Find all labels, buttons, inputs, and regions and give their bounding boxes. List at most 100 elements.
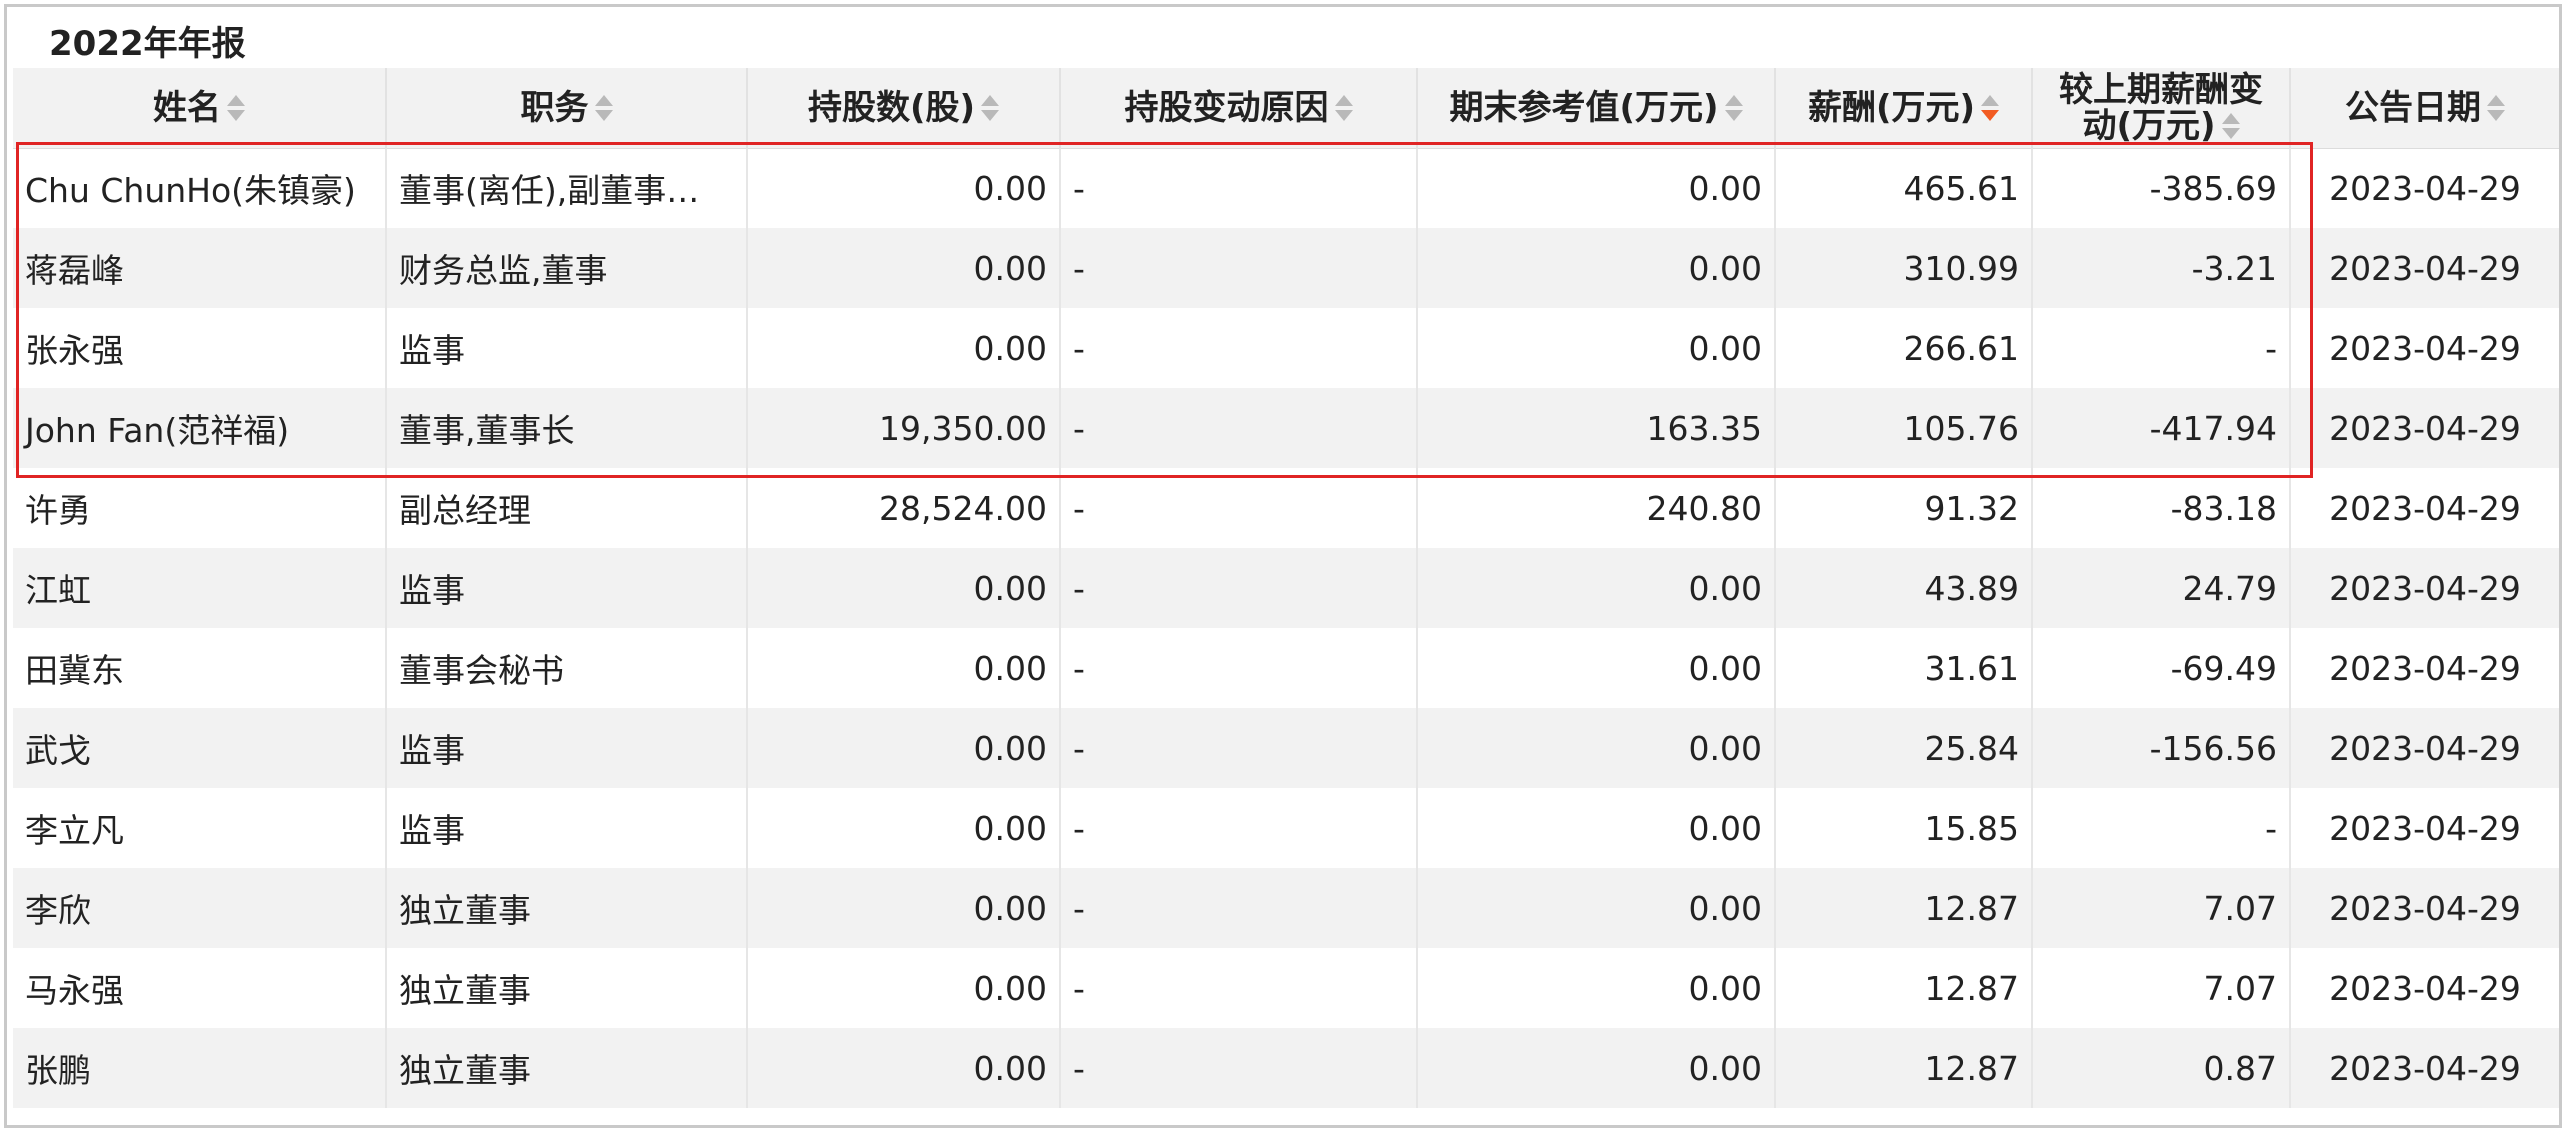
cell-name: 张永强 xyxy=(13,308,387,388)
cell-reference-value: 0.00 xyxy=(1417,708,1776,788)
sort-icon[interactable] xyxy=(1724,94,1743,124)
column-header-change-reason[interactable]: 持股变动原因 xyxy=(1060,68,1418,149)
table-row[interactable]: 李立凡 监事 0.00-0.00 15.85-2023-04-29 xyxy=(13,788,2559,868)
cell-position: 独立董事 xyxy=(386,948,748,1028)
table-row[interactable]: 马永强 独立董事 0.00-0.00 12.87 7.07 2023-04-29 xyxy=(13,948,2559,1028)
sort-icon[interactable] xyxy=(227,94,245,124)
cell-salary: 105.76 xyxy=(1775,388,2033,468)
cell-name: 马永强 xyxy=(13,948,387,1028)
cell-salary-change: -156.56 xyxy=(2032,708,2291,788)
sort-icon[interactable] xyxy=(1334,94,1353,124)
table-row[interactable]: 许勇 副总经理 28,524.00-240.80 91.32 -83.18 2023-04… xyxy=(13,468,2559,548)
cell-announcement-date: 2023-04-29 xyxy=(2290,1028,2559,1108)
cell-reference-value: 0.00 xyxy=(1417,868,1776,948)
column-header-reference-value[interactable]: 期末参考值(万元) xyxy=(1417,68,1776,149)
cell-reference-value: 0.00 xyxy=(1417,948,1776,1028)
cell-change-reason: - xyxy=(1060,948,1418,1028)
cell-salary: 12.87 xyxy=(1775,1028,2033,1108)
cell-salary: 91.32 xyxy=(1775,468,2033,548)
cell-announcement-date: 2023-04-29 xyxy=(2290,788,2559,868)
cell-position: 监事 xyxy=(386,308,748,388)
cell-salary-change: - xyxy=(2032,308,2291,388)
cell-shares: 0.00 xyxy=(747,628,1061,708)
table-row[interactable]: 武戈 监事 0.00-0.00 25.84 -156.56 2023-04-29 xyxy=(13,708,2559,788)
cell-announcement-date: 2023-04-29 xyxy=(2290,388,2559,468)
cell-salary: 465.61 xyxy=(1775,148,2033,228)
column-header-position[interactable]: 职务 xyxy=(386,68,748,149)
column-label: 姓名 xyxy=(153,87,221,128)
cell-name: 武戈 xyxy=(13,708,387,788)
cell-position: 独立董事 xyxy=(386,868,748,948)
column-label: 较上期薪酬变动(万元) xyxy=(2059,69,2263,146)
column-label: 公告日期 xyxy=(2345,87,2481,128)
cell-salary: 15.85 xyxy=(1775,788,2033,868)
cell-salary-change: -69.49 xyxy=(2032,628,2291,708)
column-header-salary[interactable]: 薪酬(万元) xyxy=(1775,68,2033,149)
column-header-name[interactable]: 姓名 xyxy=(13,68,387,149)
cell-reference-value: 0.00 xyxy=(1417,308,1776,388)
cell-announcement-date: 2023-04-29 xyxy=(2290,708,2559,788)
sort-icon[interactable] xyxy=(594,94,613,124)
table-row[interactable]: John Fan(范祥福) 董事,董事长 19,350.00-163.35 105.7… xyxy=(13,388,2559,468)
cell-shares: 0.00 xyxy=(747,308,1061,388)
sort-icon[interactable] xyxy=(981,94,1000,124)
cell-position: 副总经理 xyxy=(386,468,748,548)
cell-name: 李立凡 xyxy=(13,788,387,868)
cell-salary-change: 7.07 xyxy=(2032,948,2291,1028)
cell-announcement-date: 2023-04-29 xyxy=(2290,228,2559,308)
table-row[interactable]: 蒋磊峰 财务总监,董事 0.00-0.00 310.99 -3.21 2023-04-29 xyxy=(13,228,2559,308)
table-row[interactable]: 张永强 监事 0.00-0.00 266.61-2023-04-29 xyxy=(13,308,2559,388)
cell-change-reason: - xyxy=(1060,388,1418,468)
cell-reference-value: 0.00 xyxy=(1417,788,1776,868)
cell-announcement-date: 2023-04-29 xyxy=(2290,308,2559,388)
cell-announcement-date: 2023-04-29 xyxy=(2290,468,2559,548)
cell-position: 董事,董事长 xyxy=(386,388,748,468)
cell-change-reason: - xyxy=(1060,308,1418,388)
cell-shares: 0.00 xyxy=(747,148,1061,228)
cell-reference-value: 163.35 xyxy=(1417,388,1776,468)
cell-announcement-date: 2023-04-29 xyxy=(2290,868,2559,948)
cell-position: 董事会秘书 xyxy=(386,628,748,708)
cell-reference-value: 0.00 xyxy=(1417,148,1776,228)
table-row[interactable]: 张鹏 独立董事 0.00-0.00 12.87 0.87 2023-04-29 xyxy=(13,1028,2559,1108)
cell-name: Chu ChunHo(朱镇豪) xyxy=(13,148,387,228)
cell-salary-change: -83.18 xyxy=(2032,468,2291,548)
cell-salary: 31.61 xyxy=(1775,628,2033,708)
cell-salary: 310.99 xyxy=(1775,228,2033,308)
cell-shares: 0.00 xyxy=(747,1028,1061,1108)
cell-name: 江虹 xyxy=(13,548,387,628)
column-header-salary-change[interactable]: 较上期薪酬变动(万元) xyxy=(2032,68,2291,149)
table-header-row: 姓名 职务 持股数(股) 持股变动原因 期末参考值(万元) 薪酬(万元) 较上期… xyxy=(13,68,2559,149)
cell-change-reason: - xyxy=(1060,548,1418,628)
cell-shares: 0.00 xyxy=(747,948,1061,1028)
cell-salary-change: -3.21 xyxy=(2032,228,2291,308)
sort-icon[interactable] xyxy=(2221,112,2240,142)
cell-shares: 0.00 xyxy=(747,708,1061,788)
column-header-shares[interactable]: 持股数(股) xyxy=(747,68,1061,149)
cell-change-reason: - xyxy=(1060,708,1418,788)
cell-name: 许勇 xyxy=(13,468,387,548)
cell-announcement-date: 2023-04-29 xyxy=(2290,548,2559,628)
cell-change-reason: - xyxy=(1060,868,1418,948)
table-row[interactable]: Chu ChunHo(朱镇豪) 董事(离任),副董事… 0.00-0.00 465.6… xyxy=(13,148,2559,228)
sort-desc-icon[interactable] xyxy=(1981,94,2000,124)
report-panel: 2022年年报 姓名 职务 持股数(股) 持股变动原因 期末参考值(万元) 薪酬… xyxy=(4,4,2562,1128)
cell-salary-change: 0.87 xyxy=(2032,1028,2291,1108)
cell-salary: 12.87 xyxy=(1775,868,2033,948)
column-header-announcement-date[interactable]: 公告日期 xyxy=(2290,68,2559,149)
cell-shares: 0.00 xyxy=(747,868,1061,948)
cell-change-reason: - xyxy=(1060,1028,1418,1108)
cell-salary: 12.87 xyxy=(1775,948,2033,1028)
sort-icon[interactable] xyxy=(2487,94,2505,124)
table-row[interactable]: 李欣 独立董事 0.00-0.00 12.87 7.07 2023-04-29 xyxy=(13,868,2559,948)
table-row[interactable]: 江虹 监事 0.00-0.00 43.89 24.79 2023-04-29 xyxy=(13,548,2559,628)
cell-position: 监事 xyxy=(386,708,748,788)
column-label: 职务 xyxy=(520,87,589,128)
cell-salary-change: -385.69 xyxy=(2032,148,2291,228)
table-row[interactable]: 田冀东 董事会秘书 0.00-0.00 31.61 -69.49 2023-04-29 xyxy=(13,628,2559,708)
column-label: 持股变动原因 xyxy=(1124,87,1329,128)
executive-compensation-table: 姓名 职务 持股数(股) 持股变动原因 期末参考值(万元) 薪酬(万元) 较上期… xyxy=(13,68,2559,1108)
cell-position: 监事 xyxy=(386,548,748,628)
cell-name: 蒋磊峰 xyxy=(13,228,387,308)
cell-shares: 19,350.00 xyxy=(747,388,1061,468)
